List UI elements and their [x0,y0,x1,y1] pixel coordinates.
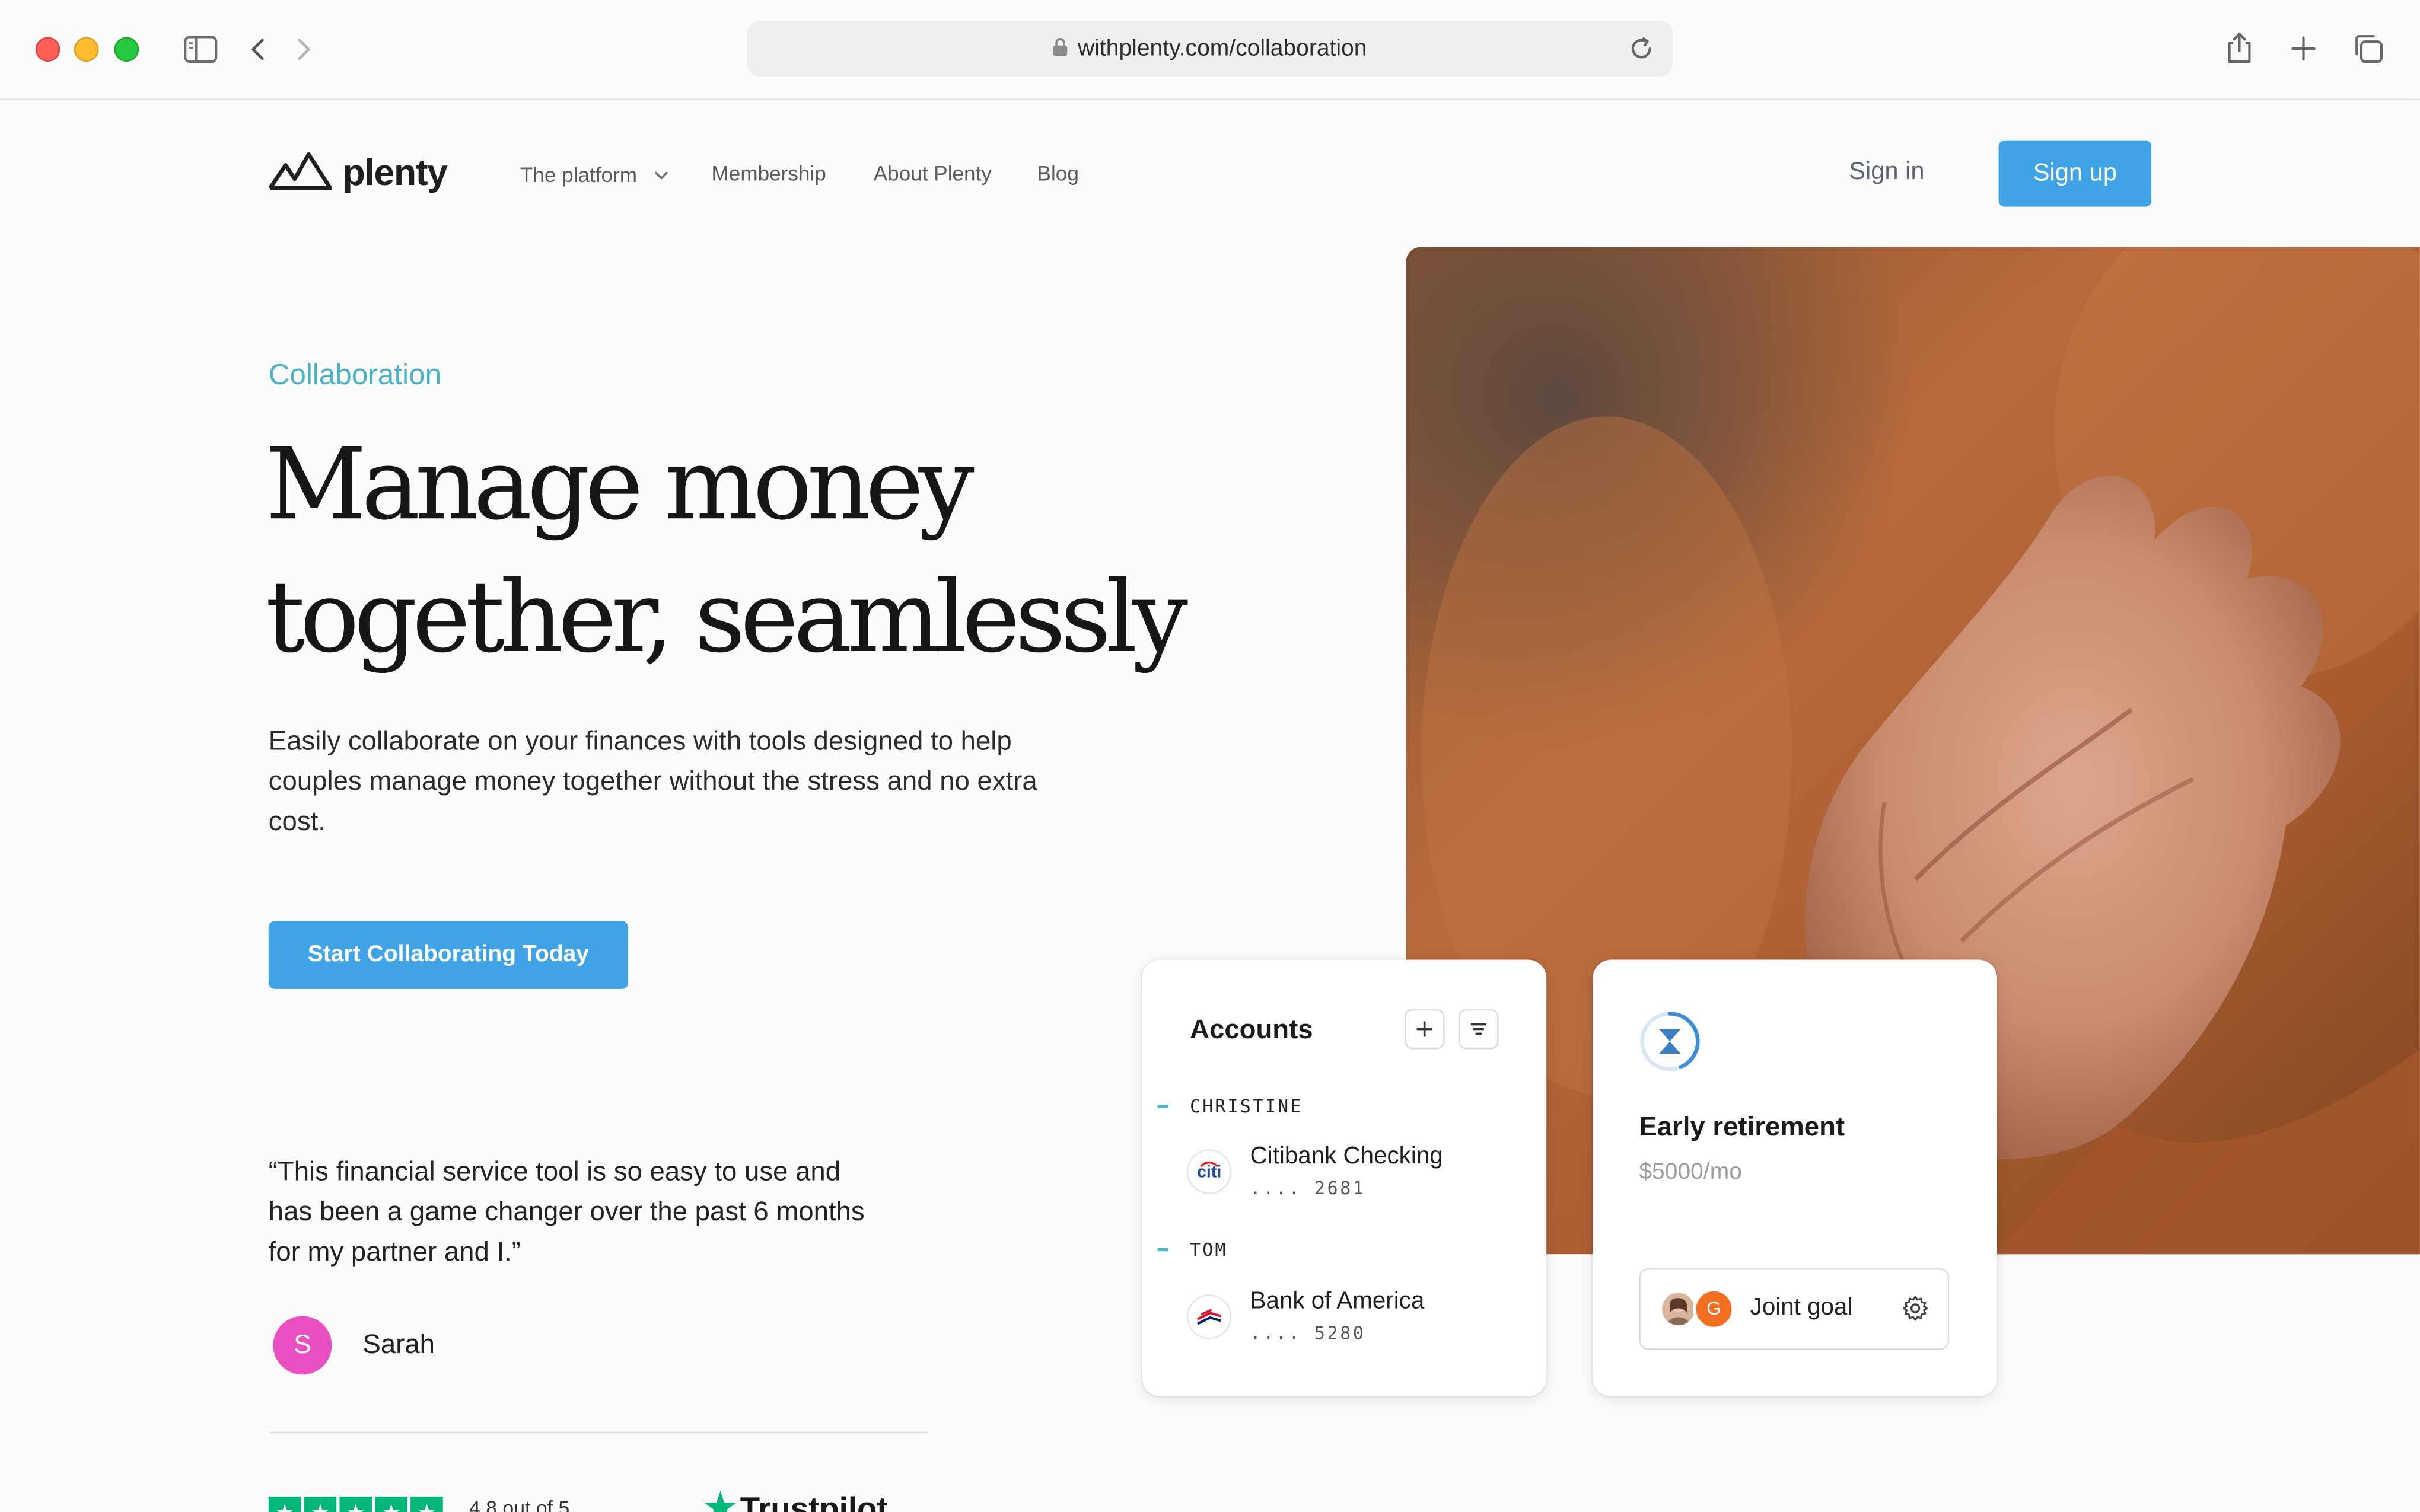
close-window-button[interactable] [35,37,60,62]
sidebar-toggle-icon[interactable] [184,36,218,71]
headline-line-1: Manage money [265,429,975,543]
add-account-button[interactable] [1404,1009,1445,1050]
forward-arrow-icon[interactable] [295,37,313,69]
owner-label: TOM [1190,1239,1228,1261]
citi-logo-icon: citi [1186,1149,1232,1194]
nav-about-plenty[interactable]: About Plenty [874,162,992,185]
plus-icon [1416,1021,1432,1037]
minimize-window-button[interactable] [74,37,99,62]
group-collapse-indicator[interactable] [1157,1105,1168,1107]
trustpilot-logo[interactable]: ★ Trustpilot [704,1486,888,1512]
avatar: S [273,1316,332,1375]
goal-title: Early retirement [1639,1111,1845,1142]
trustpilot-label: Trustpilot [740,1492,888,1512]
plenty-logo[interactable]: plenty [268,149,448,196]
hero-headline: Manage money together, seamlessly [266,420,1222,685]
filter-icon [1470,1023,1486,1035]
lock-icon [1053,37,1068,63]
share-icon[interactable] [2224,31,2255,72]
start-collaborating-button[interactable]: Start Collaborating Today [268,921,629,989]
sign-up-button[interactable]: Sign up [1998,140,2152,207]
mountain-logo-icon [268,152,333,190]
gear-icon[interactable] [1902,1294,1929,1330]
reload-icon[interactable] [1628,36,1654,69]
nav-blog[interactable]: Blog [1037,162,1079,185]
nav-the-platform[interactable]: The platform [520,162,668,187]
divider [268,1431,928,1434]
section-eyebrow: Collaboration [268,359,442,392]
back-arrow-icon[interactable] [249,37,267,69]
filter-accounts-button[interactable] [1458,1009,1499,1050]
account-number: .... 2681 [1250,1177,1366,1199]
rating-text: 4.8 out of 5 [469,1496,570,1512]
trustpilot-stars: ★ ★ ★ ★ ★ [268,1496,443,1512]
headline-line-2: together, seamlessly [265,562,1188,676]
avatar: G [1693,1288,1735,1330]
chevron-down-icon [654,162,667,185]
testimonial-quote: “This financial service tool is so easy … [268,1155,865,1267]
accounts-card: Accounts CHRISTINE citi Citibank Checkin… [1142,959,1547,1396]
testimonial-author: Sarah [362,1328,435,1360]
account-name[interactable]: Bank of America [1250,1288,1425,1316]
group-collapse-indicator[interactable] [1157,1248,1168,1251]
owner-label: CHRISTINE [1190,1095,1303,1117]
account-name[interactable]: Citibank Checking [1250,1143,1443,1171]
goal-amount: $5000/mo [1639,1159,1742,1185]
hero-subtext: Easily collaborate on your finances with… [268,725,1037,837]
url-text: withplenty.com/collaboration [1078,35,1367,62]
nav-membership[interactable]: Membership [712,162,826,185]
goal-card: Early retirement $5000/mo G Joint goal [1593,959,1997,1396]
star-icon: ★ [268,1496,301,1512]
tab-overview-icon[interactable] [2352,33,2384,73]
page: withplenty.com/collaboration plenty The … [0,0,2420,1512]
hourglass-progress-icon [1639,1010,1701,1072]
sign-in-link[interactable]: Sign in [1849,159,1924,187]
brand-name: plenty [342,152,448,194]
address-bar[interactable]: withplenty.com/collaboration [747,20,1673,78]
trustpilot-star-icon: ★ [703,1487,737,1512]
bank-of-america-logo-icon [1186,1294,1232,1339]
account-number: .... 5280 [1250,1322,1366,1344]
zoom-window-button[interactable] [114,37,139,62]
browser-toolbar: withplenty.com/collaboration [0,0,2420,101]
joint-goal-chip[interactable]: G Joint goal [1639,1268,1950,1350]
new-tab-icon[interactable] [2290,36,2316,69]
accounts-title: Accounts [1190,1013,1313,1045]
joint-goal-label: Joint goal [1750,1294,1853,1321]
star-icon: ★ [410,1496,443,1512]
avatar [1659,1290,1698,1329]
nav-the-platform-label: The platform [520,163,638,187]
star-icon: ★ [339,1496,372,1512]
star-icon: ★ [375,1496,407,1512]
star-icon: ★ [304,1496,337,1512]
